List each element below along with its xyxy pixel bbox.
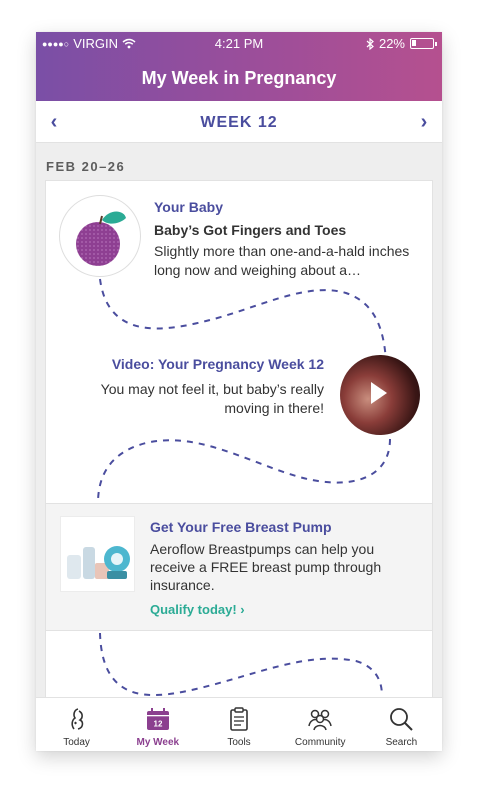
calendar-day-number: 12 (153, 720, 162, 729)
breast-pump-image (60, 516, 135, 592)
week-label: WEEK 12 (200, 114, 278, 131)
baby-size-image[interactable] (59, 195, 141, 277)
tab-label-search: Search (385, 737, 418, 748)
video-title[interactable]: Video: Your Pregnancy Week 12 (112, 356, 324, 372)
promo-description: Aeroflow Breastpumps can help you receiv… (150, 541, 382, 593)
tab-label-my-week: My Week (136, 737, 180, 748)
tab-today[interactable]: Today (36, 698, 117, 751)
pregnant-icon (71, 708, 83, 730)
breast-pump-promo[interactable]: Get Your Free Breast Pump Aeroflow Breas… (46, 503, 432, 631)
baby-headline[interactable]: Baby’s Got Fingers and Toes (154, 222, 346, 238)
week-content-card: Your Baby Baby’s Got Fingers and Toes Sl… (45, 180, 433, 751)
baby-description: Slightly more than one-and-a-hald inches… (154, 243, 410, 278)
bluetooth-icon (366, 37, 374, 50)
tab-community[interactable]: Community (280, 698, 361, 751)
tab-label-today: Today (63, 737, 90, 748)
tab-search[interactable]: Search (361, 698, 442, 751)
tab-label-tools: Tools (227, 737, 251, 748)
tab-tools[interactable]: Tools (198, 698, 279, 751)
calendar-icon: 12 (146, 708, 169, 730)
page-title: My Week in Pregnancy (141, 68, 337, 88)
phone-screen: ●●●●○ VIRGIN 4:21 PM 22% My Week in Preg… (36, 32, 442, 751)
search-icon (390, 708, 414, 731)
chevron-right-icon[interactable]: › (412, 110, 436, 134)
qualify-today-link[interactable]: Qualify today! › (150, 602, 245, 617)
battery-percent: 22% (378, 36, 405, 51)
status-bar: ●●●●○ VIRGIN 4:21 PM 22% (36, 36, 442, 54)
people-icon (308, 709, 332, 731)
promo-title[interactable]: Get Your Free Breast Pump (150, 519, 332, 535)
app-header: ●●●●○ VIRGIN 4:21 PM 22% My Week in Preg… (36, 32, 442, 101)
plum-icon (76, 211, 126, 266)
your-baby-title[interactable]: Your Baby (154, 199, 223, 215)
bottom-tab-bar: Today 12 My Week Tools Community Search (36, 697, 442, 751)
week-navigator: ‹ WEEK 12 › (36, 101, 442, 143)
tab-my-week[interactable]: 12 My Week (117, 698, 198, 751)
tab-label-community: Community (294, 737, 346, 748)
video-description: You may not feel it, but baby’s really m… (100, 381, 324, 416)
video-thumbnail[interactable] (340, 355, 420, 435)
play-icon[interactable] (371, 382, 387, 404)
battery-icon (410, 38, 437, 49)
clipboard-icon (230, 707, 248, 731)
date-range: FEB 20–26 (46, 159, 126, 174)
